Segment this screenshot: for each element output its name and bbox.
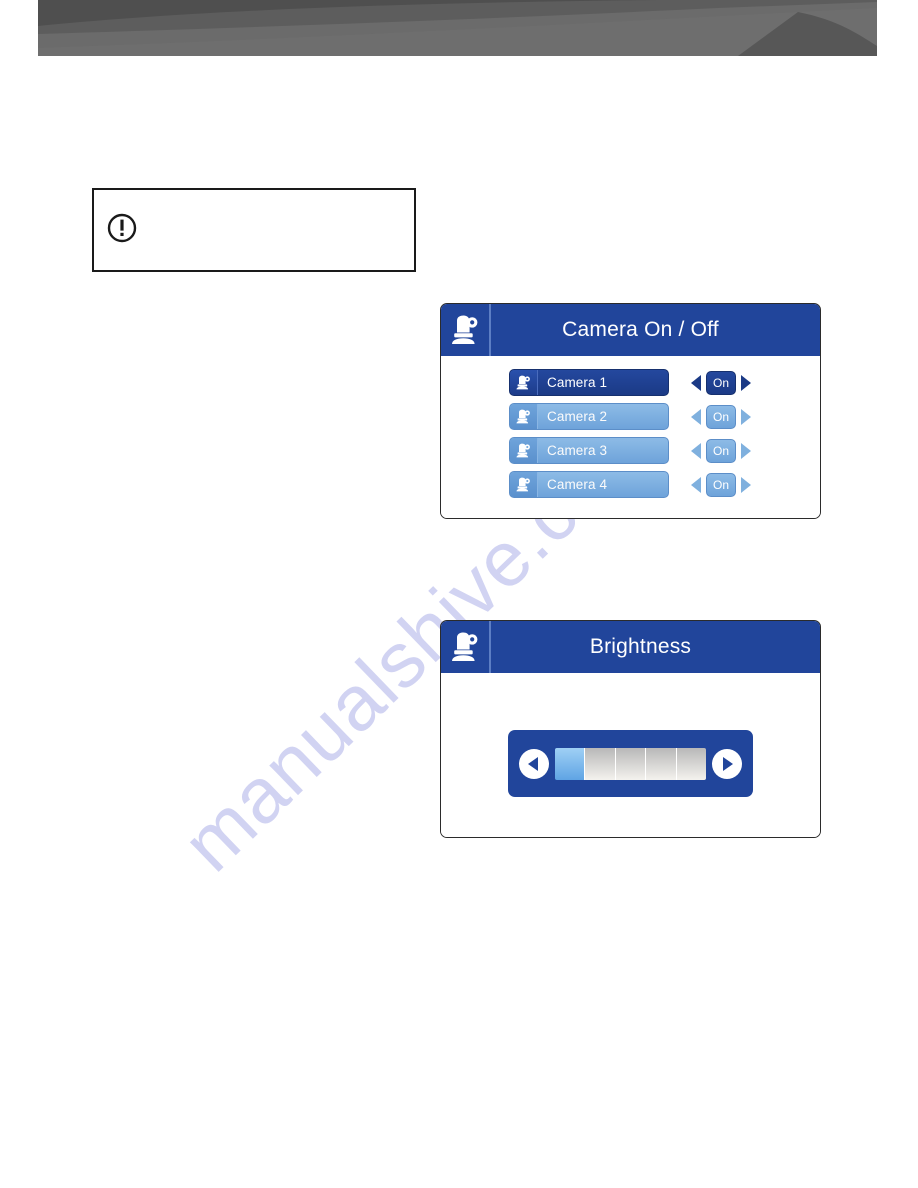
camera-panel-body: Camera 1 On Camera 2 On Camera 3 On Came… <box>441 356 820 518</box>
slider-segment-empty <box>584 747 615 780</box>
triangle-left-icon[interactable] <box>691 374 701 391</box>
brightness-slider-widget[interactable] <box>508 730 753 797</box>
camera-select-button[interactable]: Camera 4 <box>509 471 669 498</box>
circle-arrow-left-icon[interactable] <box>519 748 549 779</box>
ptz-dome-camera-icon <box>441 304 491 356</box>
triangle-left-icon[interactable] <box>691 408 701 425</box>
ptz-dome-camera-icon <box>441 621 491 673</box>
slider-segment-empty <box>675 747 706 780</box>
camera-on-off-panel: Camera On / Off Camera 1 On Camera 2 On … <box>440 303 821 519</box>
camera-label: Camera 2 <box>547 409 608 424</box>
camera-label: Camera 4 <box>547 477 608 492</box>
camera-value-stepper[interactable]: On <box>691 472 751 497</box>
camera-value[interactable]: On <box>706 370 736 395</box>
camera-select-button[interactable]: Camera 2 <box>509 403 669 430</box>
circle-arrow-right-icon[interactable] <box>712 748 742 779</box>
triangle-right-icon[interactable] <box>741 408 751 425</box>
banner-waves <box>38 0 877 56</box>
camera-icon <box>510 404 538 429</box>
slider-segment-empty <box>645 747 676 780</box>
triangle-left-icon[interactable] <box>691 476 701 493</box>
camera-label: Camera 1 <box>547 375 608 390</box>
brightness-slider-track[interactable] <box>555 747 706 780</box>
camera-value-stepper[interactable]: On <box>691 404 751 429</box>
camera-label: Camera 3 <box>547 443 608 458</box>
camera-value[interactable]: On <box>706 404 736 429</box>
triangle-right-icon[interactable] <box>741 476 751 493</box>
brightness-panel-body <box>441 673 820 837</box>
camera-icon <box>510 438 538 463</box>
slider-segment-filled <box>555 747 585 780</box>
camera-icon <box>510 472 538 497</box>
camera-list: Camera 1 On Camera 2 On Camera 3 On Came… <box>441 356 820 498</box>
camera-value-stepper[interactable]: On <box>691 370 751 395</box>
page-header-banner <box>38 0 877 56</box>
camera-select-button[interactable]: Camera 1 <box>509 369 669 396</box>
triangle-left-icon[interactable] <box>691 442 701 459</box>
camera-panel-titlebar: Camera On / Off <box>441 304 820 356</box>
camera-select-button[interactable]: Camera 3 <box>509 437 669 464</box>
brightness-panel-title: Brightness <box>589 635 692 658</box>
camera-row[interactable]: Camera 2 On <box>441 403 820 430</box>
camera-row[interactable]: Camera 4 On <box>441 471 820 498</box>
camera-row[interactable]: Camera 3 On <box>441 437 820 464</box>
exclamation-circle-icon <box>106 212 138 244</box>
note-box <box>92 188 416 272</box>
camera-value[interactable]: On <box>706 472 736 497</box>
camera-value[interactable]: On <box>706 438 736 463</box>
triangle-right-icon[interactable] <box>741 374 751 391</box>
camera-value-stepper[interactable]: On <box>691 438 751 463</box>
slider-segment-empty <box>614 747 646 780</box>
camera-panel-title: Camera On / Off <box>562 318 719 341</box>
brightness-panel-titlebar: Brightness <box>441 621 820 673</box>
camera-row[interactable]: Camera 1 On <box>441 369 820 396</box>
brightness-panel: Brightness <box>440 620 821 838</box>
triangle-right-icon[interactable] <box>741 442 751 459</box>
camera-icon <box>510 370 538 395</box>
